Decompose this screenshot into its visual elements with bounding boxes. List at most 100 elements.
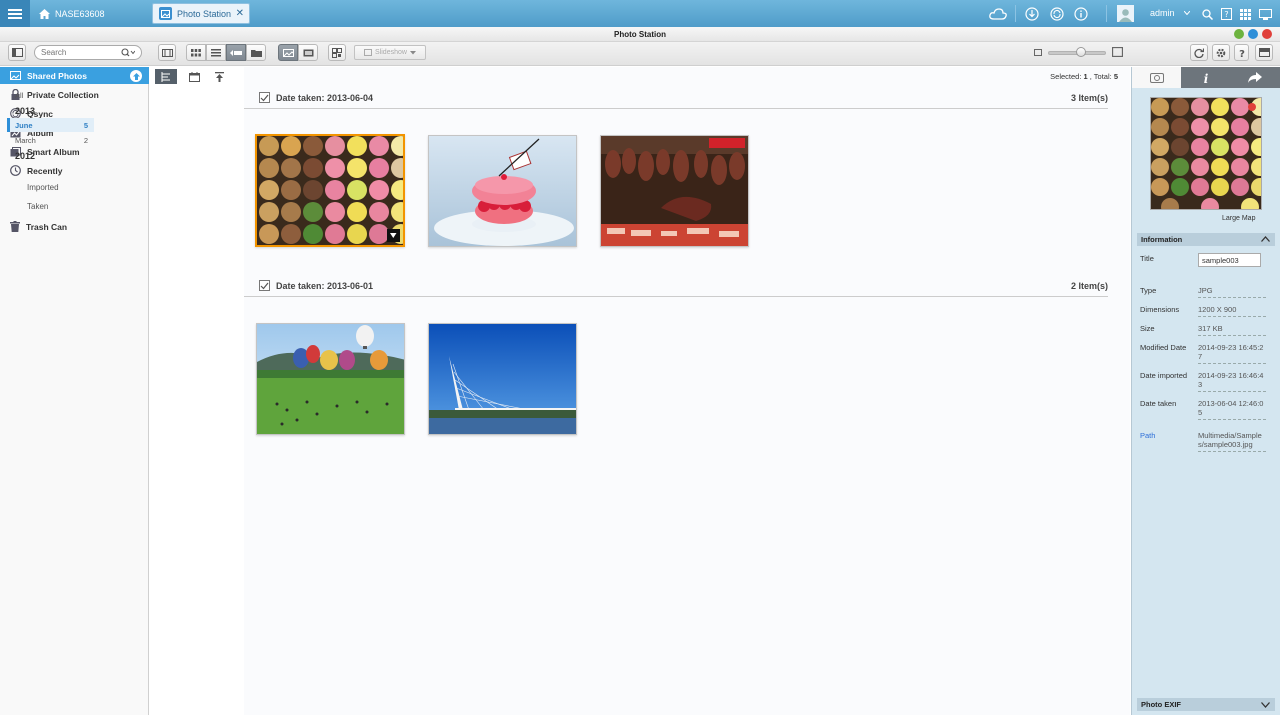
sidebar-item-label: Trash Can bbox=[26, 221, 68, 232]
search-icon[interactable] bbox=[1197, 4, 1217, 24]
slideshow-label: Slideshow bbox=[375, 49, 407, 56]
svg-text:i: i bbox=[1203, 72, 1208, 84]
trash-icon bbox=[10, 221, 20, 232]
title-label: Title bbox=[1140, 254, 1154, 263]
clock-icon bbox=[10, 165, 21, 176]
chevron-up-icon bbox=[1261, 236, 1270, 242]
timeline-year-2012[interactable]: 2012 bbox=[7, 149, 94, 163]
thumbnail-view-button[interactable] bbox=[186, 44, 206, 61]
timeline-month-june[interactable]: June 5 bbox=[7, 118, 94, 132]
svg-text:?: ? bbox=[1239, 49, 1245, 58]
settings-button[interactable] bbox=[1212, 44, 1230, 61]
photo-market bbox=[601, 136, 748, 246]
help-button[interactable]: ? bbox=[1234, 44, 1249, 61]
qr-code-button[interactable] bbox=[328, 44, 346, 61]
chevron-down-icon bbox=[1261, 702, 1270, 708]
close-tab-icon[interactable]: ✕ bbox=[236, 8, 244, 19]
preview-macarons bbox=[1151, 98, 1261, 209]
timeline-year-2013[interactable]: 2013 bbox=[7, 104, 94, 118]
main-menu-button[interactable] bbox=[0, 0, 30, 27]
nas-home-tab[interactable]: NASE63608 bbox=[31, 3, 146, 24]
photo-preview[interactable] bbox=[1150, 97, 1262, 210]
apps-grid-icon[interactable] bbox=[1235, 4, 1255, 24]
timeline-tree-button[interactable] bbox=[155, 69, 177, 84]
information-section-header[interactable]: Information bbox=[1137, 233, 1275, 246]
sidebar-sub-imported[interactable]: Imported bbox=[27, 183, 59, 192]
search-box[interactable] bbox=[34, 45, 142, 60]
toggle-sidebar-button[interactable] bbox=[8, 44, 26, 61]
tab-share[interactable] bbox=[1230, 67, 1280, 88]
group-select-checkbox[interactable] bbox=[259, 92, 270, 103]
photo-thumbnail[interactable] bbox=[256, 323, 405, 435]
zoom-in-icon[interactable] bbox=[1112, 47, 1123, 57]
dashboard-icon[interactable] bbox=[1255, 4, 1275, 24]
sidebar-sub-taken[interactable]: Taken bbox=[27, 202, 48, 211]
sidebar-item-trash-can[interactable]: Trash Can bbox=[0, 218, 149, 235]
avatar[interactable] bbox=[1117, 5, 1134, 22]
sync-icon[interactable] bbox=[1047, 4, 1067, 24]
filmstrip-icon bbox=[161, 48, 173, 57]
photo-bridge bbox=[429, 324, 576, 434]
cloud-icon[interactable] bbox=[988, 4, 1008, 24]
list-icon bbox=[211, 48, 221, 56]
photo-thumbnail[interactable] bbox=[255, 134, 405, 247]
user-menu-chevron-icon[interactable] bbox=[1184, 11, 1190, 15]
refresh-button[interactable] bbox=[1190, 44, 1208, 61]
zoom-slider-handle[interactable] bbox=[1076, 47, 1086, 57]
toggle-info-panel-button[interactable] bbox=[1255, 44, 1273, 61]
scroll-to-top-button[interactable] bbox=[208, 69, 230, 84]
date-group-header: Date taken: 2013-06-01 2 Item(s) bbox=[244, 275, 1108, 297]
timeline-all[interactable]: All bbox=[7, 88, 94, 102]
sidebar-item-shared-photos[interactable]: Shared Photos bbox=[0, 67, 149, 84]
maximize-button[interactable] bbox=[1248, 29, 1258, 39]
sidebar-item-label: Shared Photos bbox=[27, 70, 87, 81]
photo-icon bbox=[282, 48, 294, 57]
chevron-down-icon bbox=[409, 50, 416, 54]
timeline-all-label: All bbox=[15, 90, 24, 100]
info-icon[interactable] bbox=[1071, 4, 1091, 24]
user-name[interactable]: admin bbox=[1150, 8, 1175, 18]
photo-thumbnail[interactable] bbox=[428, 323, 577, 435]
calendar-button[interactable] bbox=[183, 69, 205, 84]
tab-information[interactable]: i bbox=[1181, 67, 1230, 88]
tab-preview[interactable] bbox=[1132, 67, 1181, 88]
search-input[interactable] bbox=[41, 48, 121, 57]
minimize-button[interactable] bbox=[1234, 29, 1244, 39]
path-label[interactable]: Path bbox=[1140, 431, 1155, 440]
list-view-button[interactable] bbox=[206, 44, 226, 61]
map-pin-icon bbox=[1248, 103, 1256, 111]
help-icon[interactable]: ? bbox=[1216, 4, 1236, 24]
panel-icon bbox=[1258, 48, 1270, 57]
timeline-month-march[interactable]: March 2 bbox=[7, 133, 94, 147]
photo-station-icon bbox=[159, 7, 172, 20]
download-icon[interactable] bbox=[1022, 4, 1042, 24]
date-taken-label: Date taken bbox=[1140, 399, 1177, 408]
group-select-checkbox[interactable] bbox=[259, 280, 270, 291]
timeline-month-count: 5 bbox=[83, 120, 88, 130]
sidebar-item-recently[interactable]: Recently bbox=[0, 162, 149, 179]
user-icon bbox=[1119, 9, 1132, 22]
title-input[interactable] bbox=[1198, 253, 1261, 267]
video-icon bbox=[303, 49, 313, 56]
photo-thumbnail[interactable] bbox=[600, 135, 749, 247]
app-tab-photo-station[interactable]: Photo Station ✕ bbox=[152, 3, 250, 24]
video-filter-button[interactable] bbox=[298, 44, 318, 61]
filmstrip-view-button[interactable] bbox=[158, 44, 176, 61]
slideshow-button[interactable]: Slideshow bbox=[354, 45, 426, 60]
photo-balloons bbox=[257, 324, 404, 434]
upload-icon[interactable] bbox=[130, 70, 142, 82]
timeline-view-button[interactable] bbox=[226, 44, 246, 61]
zoom-out-icon[interactable] bbox=[1034, 49, 1042, 56]
folder-view-button[interactable] bbox=[246, 44, 266, 61]
close-window-button[interactable] bbox=[1262, 29, 1272, 39]
group-item-count: 2 Item(s) bbox=[1070, 280, 1108, 291]
timeline-tree-icon bbox=[161, 71, 170, 82]
folder-icon bbox=[250, 49, 262, 57]
photo-exif-section-header[interactable]: Photo EXIF bbox=[1137, 698, 1275, 711]
photo-thumbnail[interactable] bbox=[428, 135, 577, 247]
search-options-icon[interactable] bbox=[121, 48, 135, 57]
photo-filter-button[interactable] bbox=[278, 44, 298, 61]
timeline-year-label: 2012 bbox=[15, 151, 36, 161]
group-item-count: 3 Item(s) bbox=[1070, 92, 1108, 103]
large-map-link[interactable]: Large Map bbox=[1222, 215, 1255, 222]
